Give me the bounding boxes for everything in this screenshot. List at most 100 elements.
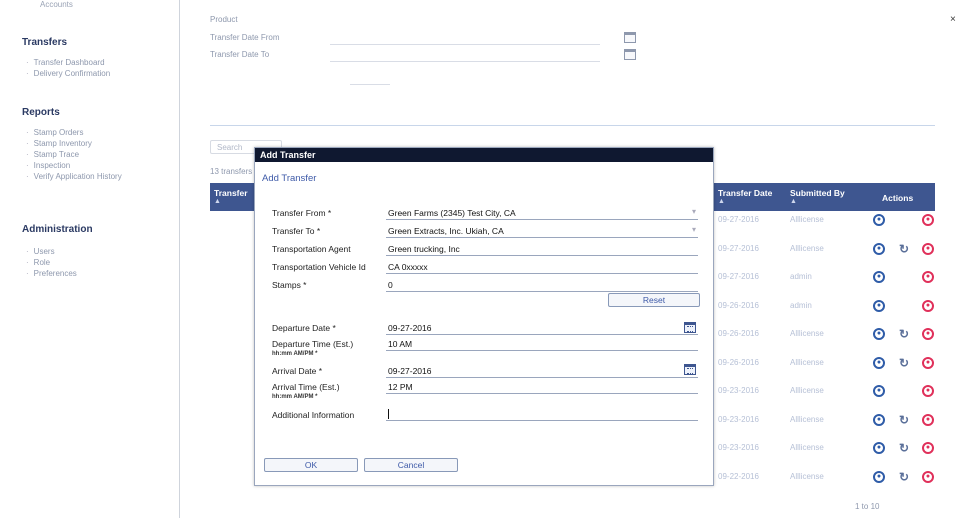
- submitted-by-cell[interactable]: Alllicense: [790, 386, 824, 395]
- date-from-calendar-icon[interactable]: [624, 32, 636, 43]
- sort-icon[interactable]: ▲: [214, 198, 248, 205]
- transfer-date-cell: 09-23-2016: [718, 414, 759, 424]
- delete-icon[interactable]: ●: [922, 356, 934, 369]
- cancel-button[interactable]: Cancel: [364, 458, 458, 472]
- sidebar-item-stamp-inventory[interactable]: Stamp Inventory: [26, 139, 92, 148]
- submitted-by-cell[interactable]: Alllicense: [790, 358, 824, 367]
- text-cursor: [388, 409, 389, 419]
- departure-time-input[interactable]: 10 AM: [386, 337, 698, 351]
- col-actions: Actions: [882, 193, 914, 203]
- stamps-input[interactable]: 0: [386, 278, 698, 292]
- transportation-agent-input[interactable]: Green trucking, Inc: [386, 242, 698, 256]
- view-icon[interactable]: ●: [873, 470, 885, 483]
- view-icon[interactable]: ●: [873, 328, 885, 340]
- delete-icon[interactable]: ●: [922, 299, 934, 312]
- submitted-by-cell[interactable]: Alllicense: [790, 472, 824, 481]
- departure-calendar-icon[interactable]: [684, 322, 696, 333]
- arrival-date-label: Arrival Date *: [272, 366, 323, 376]
- stamps-label: Stamps *: [272, 280, 307, 290]
- delete-icon[interactable]: ●: [922, 242, 934, 255]
- transfer-date-cell: 09-26-2016: [718, 300, 759, 310]
- col-submitted-by[interactable]: Submitted By ▲: [790, 188, 845, 205]
- sidebar: Accounts Transfers Transfer Dashboard De…: [0, 0, 180, 518]
- submitted-by-cell[interactable]: Alllicense: [790, 244, 824, 253]
- transfer-date-cell: 09-26-2016: [718, 329, 759, 338]
- view-icon[interactable]: ●: [873, 385, 885, 397]
- vehicle-id-input[interactable]: CA 0xxxxx: [386, 260, 698, 274]
- sort-icon[interactable]: ▲: [790, 198, 845, 205]
- edit-icon[interactable]: ↻: [898, 442, 910, 454]
- view-icon[interactable]: ●: [873, 299, 885, 312]
- sidebar-item-delivery-confirmation[interactable]: Delivery Confirmation: [26, 69, 110, 78]
- dialog-subtitle: Add Transfer: [262, 173, 317, 184]
- submitted-by-cell[interactable]: Alllicense: [790, 329, 824, 338]
- sidebar-item-stamp-trace[interactable]: Stamp Trace: [26, 150, 79, 159]
- submitted-by-cell[interactable]: admin: [790, 272, 812, 281]
- delete-icon[interactable]: ●: [922, 442, 934, 454]
- view-icon[interactable]: ●: [873, 442, 885, 454]
- view-icon[interactable]: ●: [873, 413, 885, 426]
- delete-icon[interactable]: ●: [922, 470, 934, 483]
- arrival-time-input[interactable]: 12 PM: [386, 380, 698, 394]
- arrival-calendar-icon[interactable]: [684, 364, 696, 375]
- col-transfer[interactable]: Transfer ▲: [214, 188, 248, 205]
- additional-info-input[interactable]: [386, 407, 698, 421]
- view-icon[interactable]: ●: [873, 271, 885, 283]
- submitted-by-cell[interactable]: Alllicense: [790, 443, 824, 452]
- transfer-date-cell: 09-22-2016: [718, 471, 759, 481]
- edit-icon[interactable]: ↻: [898, 414, 910, 426]
- arrival-date-input[interactable]: 09-27-2016: [386, 364, 698, 378]
- filter-separator: [350, 84, 390, 85]
- sidebar-item-stamp-orders[interactable]: Stamp Orders: [26, 128, 84, 137]
- departure-date-label: Departure Date *: [272, 323, 336, 333]
- edit-icon[interactable]: ↻: [898, 357, 910, 369]
- submitted-by-cell[interactable]: Alllicense: [790, 215, 824, 224]
- arrival-time-hint: hh:mm AM/PM *: [272, 394, 318, 400]
- transfer-to-select[interactable]: Green Extracts, Inc. Ukiah, CA: [386, 224, 698, 238]
- departure-date-input[interactable]: 09-27-2016: [386, 321, 698, 335]
- date-from-label: Transfer Date From: [210, 33, 280, 42]
- submitted-by-cell[interactable]: admin: [790, 301, 812, 310]
- view-icon[interactable]: ●: [873, 214, 885, 226]
- transfer-date-cell: 09-26-2016: [718, 357, 759, 367]
- view-icon[interactable]: ●: [873, 356, 885, 369]
- edit-icon[interactable]: ↻: [898, 328, 910, 340]
- sidebar-item-role[interactable]: Role: [26, 258, 50, 267]
- edit-icon[interactable]: ↻: [898, 243, 910, 255]
- sidebar-item-accounts[interactable]: Accounts: [40, 0, 73, 9]
- close-icon[interactable]: ×: [950, 14, 956, 25]
- transfer-from-value: Green Farms (2345) Test City, CA: [388, 208, 516, 218]
- ok-button[interactable]: OK: [264, 458, 358, 472]
- delete-icon[interactable]: ●: [922, 413, 934, 426]
- pager[interactable]: 1 to 10: [855, 502, 879, 511]
- transfer-from-label: Transfer From *: [272, 208, 332, 218]
- transfer-to-value: Green Extracts, Inc. Ukiah, CA: [388, 226, 504, 236]
- sort-icon[interactable]: ▲: [718, 198, 772, 205]
- submitted-by-cell[interactable]: Alllicense: [790, 415, 824, 424]
- sidebar-item-verify-application-history[interactable]: Verify Application History: [26, 172, 122, 181]
- date-to-input[interactable]: [330, 61, 600, 62]
- additional-info-label: Additional Information: [272, 410, 355, 420]
- page: Accounts Transfers Transfer Dashboard De…: [0, 0, 960, 518]
- delete-icon[interactable]: ●: [922, 214, 934, 226]
- delete-icon[interactable]: ●: [922, 271, 934, 283]
- reset-button[interactable]: Reset: [608, 293, 700, 307]
- sidebar-item-preferences[interactable]: Preferences: [26, 269, 77, 278]
- col-transfer-date[interactable]: Transfer Date ▲: [718, 188, 772, 205]
- date-to-calendar-icon[interactable]: [624, 49, 636, 60]
- transfer-from-select[interactable]: Green Farms (2345) Test City, CA: [386, 206, 698, 220]
- transfer-to-label: Transfer To *: [272, 226, 321, 236]
- sidebar-item-inspection[interactable]: Inspection: [26, 161, 70, 170]
- edit-icon[interactable]: ↻: [898, 471, 910, 483]
- delete-icon[interactable]: ●: [922, 328, 934, 340]
- sidebar-item-users[interactable]: Users: [26, 247, 55, 256]
- sidebar-section-reports: Reports: [22, 107, 60, 118]
- transportation-agent-label: Transportation Agent: [272, 244, 351, 254]
- delete-icon[interactable]: ●: [922, 385, 934, 397]
- date-from-input[interactable]: [330, 44, 600, 45]
- sidebar-section-transfers: Transfers: [22, 37, 68, 48]
- view-icon[interactable]: ●: [873, 242, 885, 255]
- add-transfer-dialog: Add Transfer Add Transfer Transfer From …: [254, 147, 714, 486]
- transfer-date-cell: 09-27-2016: [718, 243, 759, 253]
- sidebar-item-transfer-dashboard[interactable]: Transfer Dashboard: [26, 58, 105, 67]
